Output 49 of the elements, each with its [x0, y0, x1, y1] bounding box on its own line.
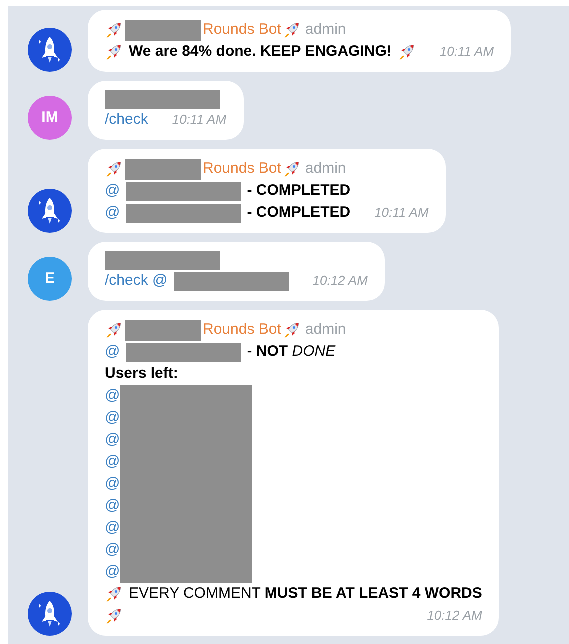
mention-link[interactable]: @ [105, 539, 120, 561]
mention-link[interactable]: @ [105, 385, 120, 407]
mention-link[interactable]: @ [105, 429, 120, 451]
message-time: 10:12 AM [312, 272, 368, 290]
rocket-icon [105, 43, 123, 61]
message-text: - NOT DONE [247, 342, 336, 362]
mention-link[interactable]: @ [105, 561, 120, 583]
rocket-icon [398, 43, 416, 61]
sender-name[interactable]: Rounds Bot [203, 158, 282, 180]
mention-link[interactable]: @ [105, 202, 120, 224]
rocket-icon [37, 35, 63, 65]
user-avatar[interactable]: IM [28, 96, 72, 140]
rocket-icon [283, 160, 302, 178]
mention-link[interactable]: @ [105, 451, 120, 473]
mention-link[interactable]: @ [105, 407, 120, 429]
mention-link[interactable]: /check @ [105, 270, 168, 292]
role-label: admin [305, 320, 346, 340]
sender-name[interactable]: Rounds Bot [203, 19, 282, 41]
mention-link[interactable]: @ [105, 495, 120, 517]
mention-link[interactable]: /check [105, 109, 148, 131]
message-time: 10:11 AM [374, 204, 429, 222]
mention-link[interactable]: @ [105, 180, 120, 202]
rocket-icon [105, 585, 123, 603]
bot-avatar[interactable] [28, 189, 72, 233]
sender-name[interactable]: Rounds Bot [203, 319, 282, 341]
message-text: - COMPLETED [247, 181, 351, 201]
rocket-icon [283, 321, 302, 339]
bot-avatar[interactable] [28, 28, 72, 72]
message-text: Users left: [105, 364, 178, 384]
mention-link[interactable]: @ [105, 473, 120, 495]
rocket-icon [105, 21, 123, 39]
bot-avatar[interactable] [28, 592, 72, 636]
message-time: 10:11 AM [438, 43, 494, 61]
rocket-icon [105, 607, 123, 625]
mention-link[interactable]: @ [105, 341, 120, 363]
rocket-icon [37, 599, 63, 629]
message-text: We are 84% done. KEEP ENGAGING! [129, 42, 392, 62]
rocket-icon [283, 21, 302, 39]
role-label: admin [305, 20, 346, 40]
rocket-icon [37, 196, 63, 226]
role-label: admin [305, 159, 346, 179]
message-time: 10:12 AM [426, 607, 482, 625]
rocket-icon [105, 160, 123, 178]
message-text: EVERY COMMENT MUST BE AT LEAST 4 WORDS [129, 584, 482, 604]
user-avatar[interactable]: E [28, 257, 72, 301]
message-time: 10:11 AM [171, 111, 227, 129]
rocket-icon [105, 321, 123, 339]
mention-link[interactable]: @ [105, 517, 120, 539]
message-text: - COMPLETED [247, 203, 351, 223]
